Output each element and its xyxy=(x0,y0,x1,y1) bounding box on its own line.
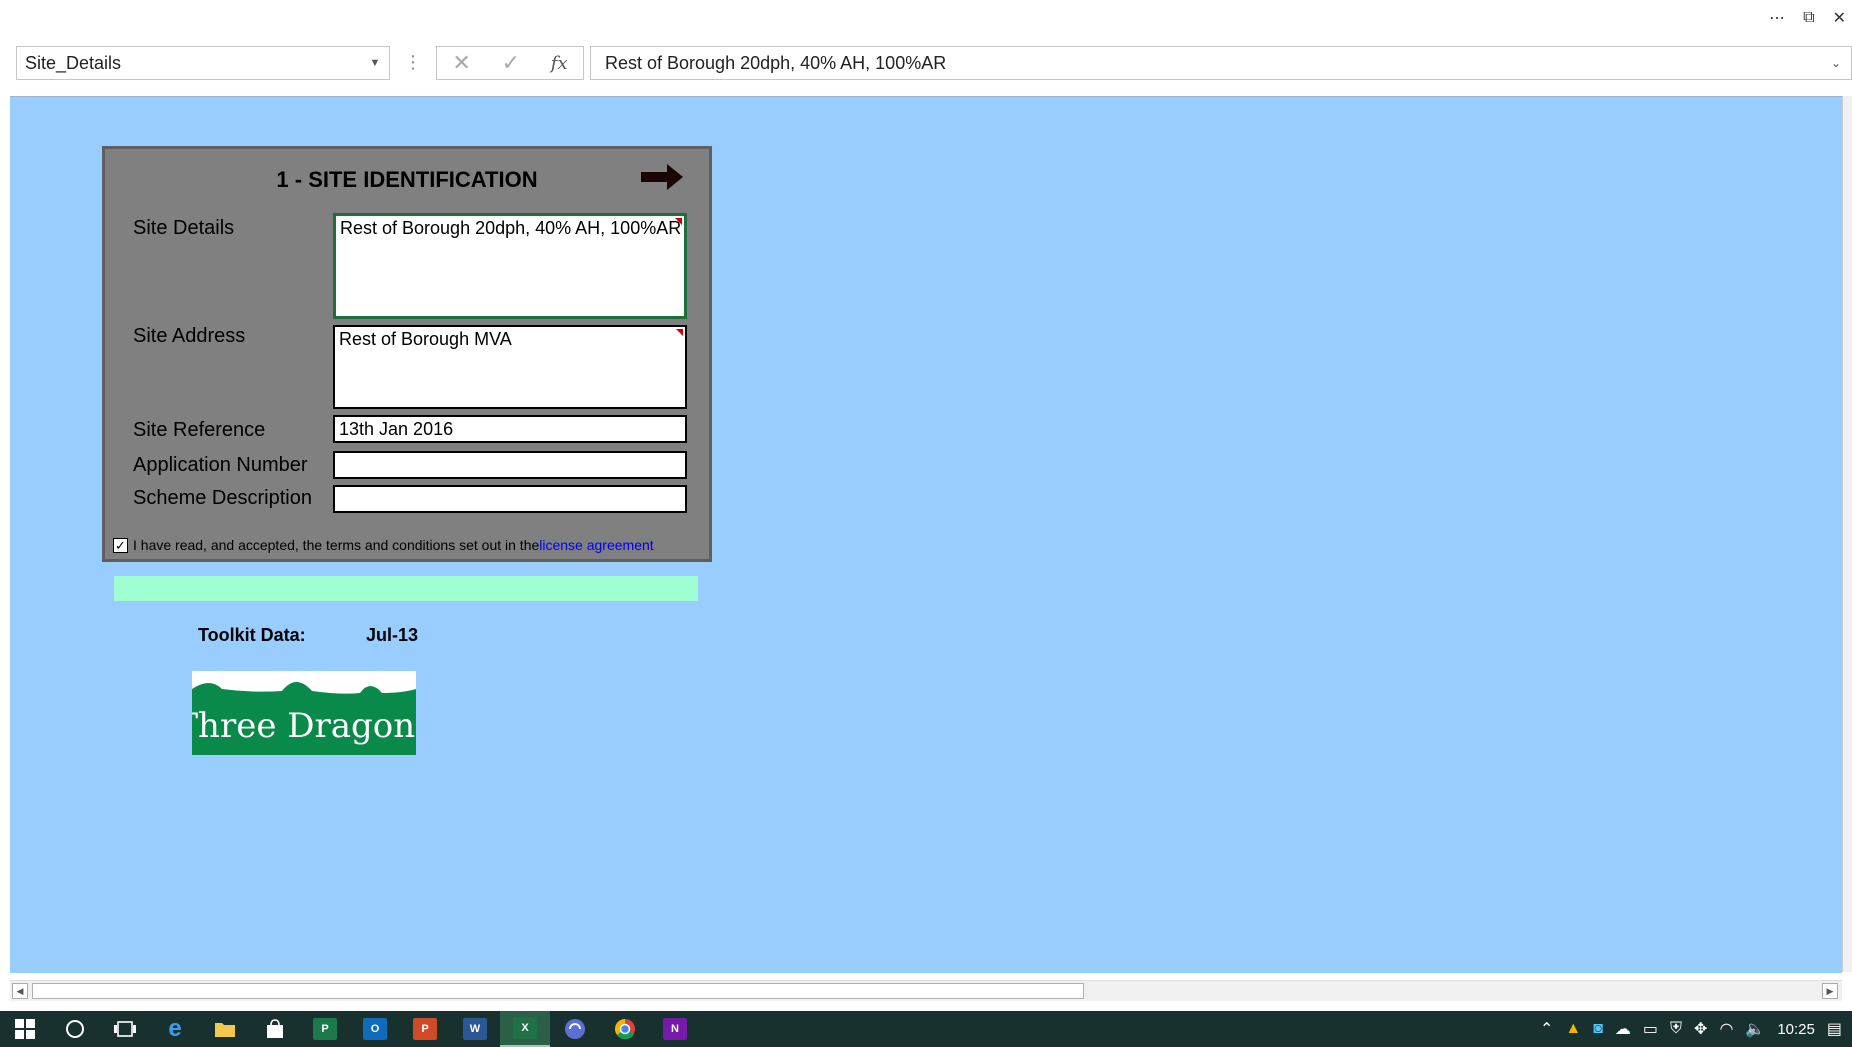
formula-value: Rest of Borough 20dph, 40% AH, 100%AR xyxy=(605,52,947,73)
site-details-field[interactable]: Rest of Borough 20dph, 40% AH, 100%AR xyxy=(333,213,687,319)
site-address-label: Site Address xyxy=(133,325,246,347)
comment-indicator-icon xyxy=(675,218,682,225)
next-arrow-icon[interactable] xyxy=(641,163,683,191)
wifi-icon[interactable]: ◠ xyxy=(1719,1019,1733,1039)
license-agreement-link[interactable]: license agreement xyxy=(539,537,653,553)
site-details-value: Rest of Borough 20dph, 40% AH, 100%AR xyxy=(340,218,682,238)
sync-icon[interactable] xyxy=(550,1011,600,1047)
notifications-icon[interactable]: ▤ xyxy=(1827,1019,1842,1039)
edge-icon[interactable]: e xyxy=(150,1011,200,1047)
scroll-left-icon[interactable]: ◀ xyxy=(12,983,28,999)
file-explorer-icon[interactable] xyxy=(200,1011,250,1047)
toolkit-data-label: Toolkit Data: xyxy=(198,625,306,645)
taskbar: e P O P W X N ⌃ ▲ ◙ ☁ ▭ ⛨ ✥ ◠ 🔈 10:25 ▤ xyxy=(0,1011,1852,1047)
formula-bar-buttons: ✕ ✓ fx xyxy=(436,46,584,80)
chrome-icon[interactable] xyxy=(600,1011,650,1047)
formula-bar-grip-icon[interactable]: ⋮ xyxy=(404,52,422,73)
close-icon[interactable]: ✕ xyxy=(1833,8,1846,28)
license-checkbox[interactable]: ✓ xyxy=(113,537,128,553)
expand-formula-icon[interactable]: ⌄ xyxy=(1831,56,1851,70)
three-dragons-logo: Three Dragons xyxy=(192,671,416,755)
system-tray: ⌃ ▲ ◙ ☁ ▭ ⛨ ✥ ◠ 🔈 10:25 ▤ xyxy=(1540,1011,1852,1047)
publisher-icon[interactable]: P xyxy=(300,1011,350,1047)
name-box-value: Site_Details xyxy=(25,52,122,73)
skype-icon[interactable]: ◙ xyxy=(1593,1020,1603,1038)
site-reference-field[interactable]: 13th Jan 2016 xyxy=(333,415,687,443)
site-reference-label: Site Reference xyxy=(133,419,266,441)
site-address-field[interactable]: Rest of Borough MVA xyxy=(333,325,687,409)
site-identification-panel: 1 - SITE IDENTIFICATION Site Details Res… xyxy=(102,146,712,562)
chevron-up-icon[interactable]: ⌃ xyxy=(1540,1019,1553,1039)
outlook-icon[interactable]: O xyxy=(350,1011,400,1047)
cortana-icon[interactable] xyxy=(50,1011,100,1047)
name-box[interactable]: Site_Details ▼ xyxy=(16,46,390,80)
window-controls: ⋯ ⧉ ✕ xyxy=(1769,6,1852,30)
site-address-value: Rest of Borough MVA xyxy=(339,329,512,349)
volume-muted-icon[interactable]: 🔈 xyxy=(1745,1019,1765,1039)
scheme-description-label: Scheme Description xyxy=(133,487,312,509)
comment-indicator-icon xyxy=(676,329,683,336)
onenote-icon[interactable]: N xyxy=(650,1011,700,1047)
application-number-label: Application Number xyxy=(133,454,308,476)
restore-ribbon-icon[interactable]: ⧉ xyxy=(1803,9,1814,27)
site-reference-value: 13th Jan 2016 xyxy=(339,419,454,439)
cancel-icon[interactable]: ✕ xyxy=(452,50,470,76)
google-drive-icon[interactable]: ▲ xyxy=(1565,1020,1581,1038)
insert-function-icon[interactable]: fx xyxy=(551,53,568,74)
enter-icon[interactable]: ✓ xyxy=(502,50,520,76)
onedrive-icon[interactable]: ☁ xyxy=(1615,1019,1631,1039)
windows-start-icon[interactable] xyxy=(0,1011,50,1047)
clock[interactable]: 10:25 xyxy=(1777,1021,1815,1038)
license-text: I have read, and accepted, the terms and… xyxy=(133,537,540,553)
shield-icon[interactable]: ⛨ xyxy=(1670,1020,1682,1038)
word-icon[interactable]: W xyxy=(450,1011,500,1047)
logo-text: Three Dragons xyxy=(192,706,416,746)
scheme-description-field[interactable] xyxy=(333,485,687,513)
dropbox-icon[interactable]: ✥ xyxy=(1694,1019,1707,1039)
store-icon[interactable] xyxy=(250,1011,300,1047)
excel-icon[interactable]: X xyxy=(500,1011,550,1047)
status-bar-highlight xyxy=(114,576,698,601)
formula-input[interactable]: Rest of Borough 20dph, 40% AH, 100%AR ⌄ xyxy=(590,46,1852,80)
site-details-label: Site Details xyxy=(133,217,235,239)
scroll-right-icon[interactable]: ▶ xyxy=(1822,983,1838,999)
scroll-thumb[interactable] xyxy=(32,983,1084,999)
task-view-icon[interactable] xyxy=(100,1011,150,1047)
more-options-icon[interactable]: ⋯ xyxy=(1769,8,1785,28)
chevron-down-icon[interactable]: ▼ xyxy=(361,57,389,69)
powerpoint-icon[interactable]: P xyxy=(400,1011,450,1047)
horizontal-scrollbar[interactable]: ◀ ▶ xyxy=(10,980,1842,1001)
application-number-field[interactable] xyxy=(333,451,687,479)
toolkit-data-value: Jul-13 xyxy=(366,625,419,645)
battery-icon[interactable]: ▭ xyxy=(1643,1019,1658,1039)
license-row: ✓ I have read, and accepted, the terms a… xyxy=(113,537,654,553)
panel-title: 1 - SITE IDENTIFICATION xyxy=(276,167,538,192)
vertical-scrollbar[interactable] xyxy=(1842,96,1852,972)
